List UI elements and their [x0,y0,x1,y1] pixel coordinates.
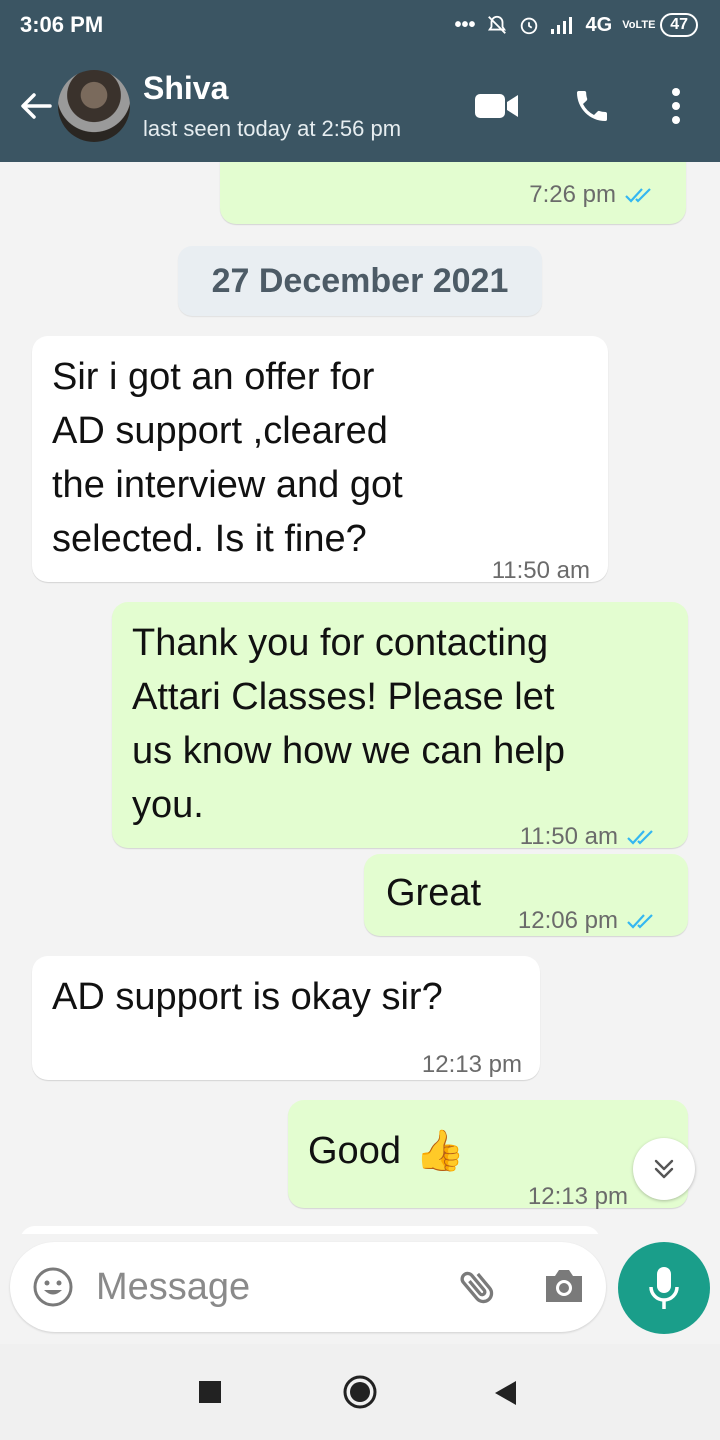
message-time: 11:50 am [491,557,590,584]
signal-icon [550,17,572,34]
mic-button[interactable] [618,1242,710,1334]
message-bubble-outgoing[interactable]: 7:26 pm [220,162,686,224]
system-nav-bar [0,1344,720,1440]
message-text: Great [386,872,482,914]
scroll-to-bottom-button[interactable] [633,1138,695,1200]
video-call-icon[interactable] [474,90,520,122]
message-line: Good [308,1130,401,1172]
message-text: AD support is okay sir? [52,976,443,1018]
recents-square-icon[interactable] [198,1380,222,1404]
camera-icon[interactable] [542,1266,586,1306]
message-text: Good 👍 [308,1124,465,1178]
message-line: selected. Is it fine? [52,518,367,560]
thumbs-up-emoji: 👍 [414,1129,465,1173]
attach-icon[interactable] [456,1264,500,1310]
mute-bell-icon [487,15,506,34]
read-ticks-icon [625,188,651,203]
message-bubble-outgoing[interactable]: Good 👍 12:13 pm [288,1100,688,1210]
read-ticks-icon [627,830,653,845]
message-bubble-incoming [20,1226,600,1234]
date-separator: 27 December 2021 [178,246,542,316]
back-arrow-icon[interactable] [16,86,56,126]
back-triangle-icon[interactable] [494,1380,518,1406]
message-composer[interactable]: Message [10,1242,606,1332]
message-line: Thank you for contacting [132,622,549,664]
message-line: AD support ,cleared [52,410,388,452]
message-time: 12:13 pm [421,1051,522,1078]
chat-header: Shiva last seen today at 2:56 pm [0,52,720,162]
status-icons: ••• 4G VoLTE 47 [454,10,698,40]
message-meta: 11:50 am [492,544,590,598]
mic-icon [649,1267,679,1309]
message-line: you. [132,784,204,826]
message-text: Sir i got an offer for AD support ,clear… [52,350,403,566]
last-seen-status: last seen today at 2:56 pm [143,116,402,141]
network-type: 4G [585,13,613,36]
message-meta: 12:13 pm [528,1170,628,1224]
message-bubble-incoming[interactable]: AD support is okay sir? 12:13 pm [32,956,540,1080]
message-bubble-outgoing[interactable]: Thank you for contacting Attari Classes!… [112,602,688,850]
status-time: 3:06 PM [20,12,104,37]
home-circle-icon[interactable] [342,1374,378,1410]
message-time: 12:06 pm [517,907,618,934]
double-chevron-down-icon [654,1159,674,1179]
more-vert-icon[interactable] [664,86,688,126]
message-bubble-incoming[interactable]: Sir i got an offer for AD support ,clear… [32,336,608,584]
battery-icon: 47 [660,13,698,37]
read-ticks-icon [627,914,653,929]
message-bubble-outgoing[interactable]: Great 12:06 pm [364,854,688,936]
message-line: us know how we can help [132,730,566,772]
message-time: 12:13 pm [527,1183,628,1210]
volte-badge: VoLTE [622,18,656,31]
phone-icon[interactable] [572,86,612,126]
message-text: Thank you for contacting Attari Classes!… [132,616,565,832]
message-line: the interview and got [52,464,403,506]
alarm-icon [520,17,537,35]
emoji-icon[interactable] [32,1266,74,1308]
message-time: 7:26 pm [529,181,616,208]
contact-name[interactable]: Shiva [143,70,228,107]
message-list[interactable]: 7:26 pm 27 December 2021 Sir i got an of… [0,162,720,1234]
message-meta: 12:13 pm [422,1038,522,1092]
message-meta: 12:06 pm [518,894,658,948]
message-meta: 7:26 pm [529,168,656,222]
message-input[interactable]: Message [96,1266,250,1309]
message-line: Attari Classes! Please let [132,676,555,718]
message-line: Sir i got an offer for [52,356,375,398]
dots-icon: ••• [454,13,476,36]
status-bar: 3:06 PM ••• 4G VoLTE 47 [0,0,720,52]
avatar[interactable] [58,70,130,142]
